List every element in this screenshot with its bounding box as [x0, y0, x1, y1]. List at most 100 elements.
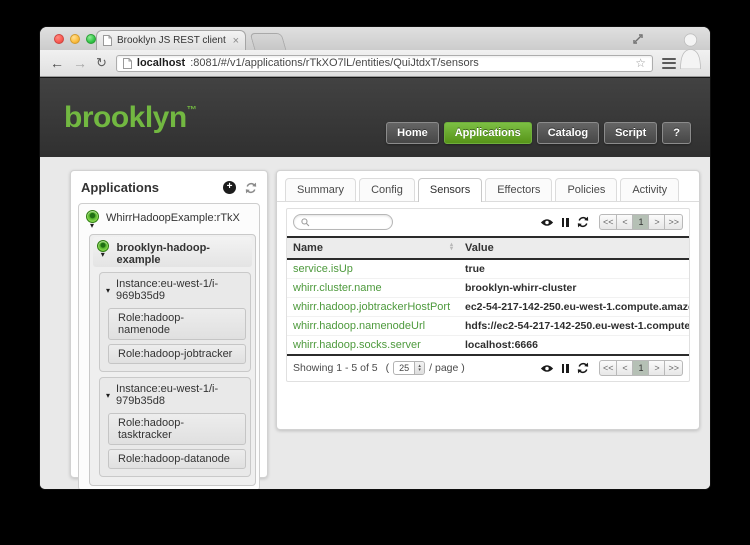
tree-node-instance[interactable]: ▾ Instance:eu-west-1/i-969b35d9: [103, 275, 247, 304]
main-nav: Home Applications Catalog Script ?: [386, 122, 691, 144]
sensor-name-link[interactable]: whirr.hadoop.jobtrackerHostPort: [287, 298, 459, 317]
eye-icon[interactable]: [540, 217, 554, 228]
url-path: :8081/#/v1/applications/rTkXO7lL/entitie…: [190, 57, 479, 69]
screenshot-stage: Brooklyn JS REST client × ← → ↻: [0, 0, 750, 545]
pagination-next-button[interactable]: >: [649, 360, 665, 376]
sensor-value: ec2-54-217-142-250.eu-west-1.compute.ama…: [459, 298, 689, 317]
chevron-down-icon[interactable]: ▾: [101, 252, 105, 258]
pagination-page-button[interactable]: 1: [633, 360, 649, 376]
reload-button[interactable]: ↻: [96, 56, 107, 70]
page-icon: [123, 58, 132, 69]
tree-node-instance[interactable]: ▾ Instance:eu-west-1/i-979b35d8: [103, 380, 247, 409]
address-bar[interactable]: localhost:8081/#/v1/applications/rTkXO7l…: [116, 55, 653, 72]
table-row: whirr.cluster.name brooklyn-whirr-cluste…: [287, 279, 689, 298]
nav-home-button[interactable]: Home: [386, 122, 439, 144]
minimize-window-button[interactable]: [70, 34, 80, 44]
search-icon: [301, 218, 310, 227]
column-header-name[interactable]: Name ▴▾: [287, 237, 459, 259]
pagination-last-button[interactable]: >>: [665, 214, 683, 230]
sensor-name-link[interactable]: whirr.hadoop.socks.server: [287, 336, 459, 355]
tree-node-role[interactable]: Role:hadoop-tasktracker: [108, 413, 246, 445]
tree-instance-box: ▾ Instance:eu-west-1/i-979b35d8 Role:had…: [99, 377, 251, 477]
pagination: << < 1 > >>: [599, 360, 683, 376]
applications-panel: Applications + ▾: [70, 170, 268, 478]
tree-node-cluster[interactable]: ▾ brooklyn-hadoop-example: [93, 237, 252, 267]
sort-icon[interactable]: ▴▾: [450, 243, 453, 251]
nav-script-button[interactable]: Script: [604, 122, 657, 144]
table-row: whirr.hadoop.jobtrackerHostPort ec2-54-2…: [287, 298, 689, 317]
zoom-window-button[interactable]: [86, 34, 96, 44]
entity-detail-panel: Summary Config Sensors Effectors Policie…: [276, 170, 700, 430]
search-box[interactable]: [293, 214, 393, 230]
tab-summary[interactable]: Summary: [285, 178, 356, 201]
tab-sensors[interactable]: Sensors: [418, 178, 482, 202]
sensors-content: << < 1 > >> Name: [286, 208, 690, 382]
chevron-down-icon[interactable]: ▾: [106, 286, 110, 295]
tab-policies[interactable]: Policies: [555, 178, 617, 201]
pagination-prev-button[interactable]: <: [617, 360, 633, 376]
detail-tabs: Summary Config Sensors Effectors Policie…: [277, 171, 699, 202]
nav-catalog-button[interactable]: Catalog: [537, 122, 599, 144]
nav-help-button[interactable]: ?: [662, 122, 691, 144]
forward-button[interactable]: →: [73, 56, 87, 70]
pagination-first-button[interactable]: <<: [599, 360, 618, 376]
refresh-icon[interactable]: [245, 182, 257, 194]
eye-icon[interactable]: [540, 363, 554, 374]
nav-applications-button[interactable]: Applications: [444, 122, 532, 144]
table-header-row: Name ▴▾ Value: [287, 237, 689, 259]
tree-node-role[interactable]: Role:hadoop-jobtracker: [108, 344, 246, 364]
close-window-button[interactable]: [54, 34, 64, 44]
sensor-value: hdfs://ec2-54-217-142-250.eu-west-1.comp…: [459, 317, 689, 336]
tab-title: Brooklyn JS REST client: [117, 35, 228, 46]
tree-node-application[interactable]: ▾ WhirrHadoopExample:rTkX: [82, 207, 256, 230]
profile-avatar-icon[interactable]: [680, 31, 701, 69]
browser-tab[interactable]: Brooklyn JS REST client ×: [96, 30, 246, 50]
pause-icon[interactable]: [562, 364, 569, 373]
close-tab-icon[interactable]: ×: [233, 36, 239, 46]
table-row: whirr.hadoop.namenodeUrl hdfs://ec2-54-2…: [287, 317, 689, 336]
brooklyn-header: brooklyn™ Home Applications Catalog Scri…: [40, 77, 710, 157]
page-size-select[interactable]: 25 ▴▾: [393, 361, 425, 375]
entity-tree: ▾ WhirrHadoopExample:rTkX ▾ brooklyn-had…: [78, 203, 260, 489]
table-icon-group: [540, 216, 589, 228]
chevron-down-icon[interactable]: ▾: [90, 223, 94, 229]
search-input[interactable]: [313, 217, 383, 228]
browser-tab-bar: Brooklyn JS REST client ×: [40, 27, 710, 50]
tree-node-label: WhirrHadoopExample:rTkX: [106, 210, 240, 224]
sensors-table: Name ▴▾ Value service.isUp: [287, 236, 689, 354]
tree-node-label: Instance:eu-west-1/i-979b35d8: [116, 383, 244, 407]
sensor-name-link[interactable]: whirr.cluster.name: [287, 279, 459, 298]
tree-node-role[interactable]: Role:hadoop-datanode: [108, 449, 246, 469]
menu-icon[interactable]: [662, 58, 676, 69]
refresh-icon[interactable]: [577, 362, 589, 374]
tab-activity[interactable]: Activity: [620, 178, 679, 201]
tab-config[interactable]: Config: [359, 178, 415, 201]
pagination-last-button[interactable]: >>: [665, 360, 683, 376]
sensor-name-link[interactable]: whirr.hadoop.namenodeUrl: [287, 317, 459, 336]
tree-root-box: ▾ WhirrHadoopExample:rTkX ▾ brooklyn-had…: [78, 203, 260, 489]
table-icon-group: [540, 362, 589, 374]
chevron-down-icon[interactable]: ▾: [106, 391, 110, 400]
paren-open: (: [386, 362, 390, 374]
entity-status-icon: ▾: [85, 210, 99, 229]
bookmark-star-icon[interactable]: ☆: [635, 56, 646, 70]
back-button[interactable]: ←: [50, 56, 64, 70]
tree-instance-box: ▾ Instance:eu-west-1/i-969b35d9 Role:had…: [99, 272, 251, 372]
add-application-button[interactable]: +: [223, 181, 236, 194]
pagination-prev-button[interactable]: <: [617, 214, 633, 230]
page-body: Applications + ▾: [40, 157, 710, 489]
tab-effectors[interactable]: Effectors: [485, 178, 552, 201]
pause-icon[interactable]: [562, 218, 569, 227]
entity-status-icon: ▾: [96, 240, 109, 258]
sensor-value: localhost:6666: [459, 336, 689, 355]
pagination-next-button[interactable]: >: [649, 214, 665, 230]
column-header-value[interactable]: Value: [459, 237, 689, 259]
sensor-name-link[interactable]: service.isUp: [287, 259, 459, 279]
pagination-first-button[interactable]: <<: [599, 214, 618, 230]
fullscreen-icon[interactable]: [632, 33, 644, 45]
sensor-value: true: [459, 259, 689, 279]
new-tab-button[interactable]: [250, 33, 287, 50]
refresh-icon[interactable]: [577, 216, 589, 228]
tree-node-role[interactable]: Role:hadoop-namenode: [108, 308, 246, 340]
pagination-page-button[interactable]: 1: [633, 214, 649, 230]
